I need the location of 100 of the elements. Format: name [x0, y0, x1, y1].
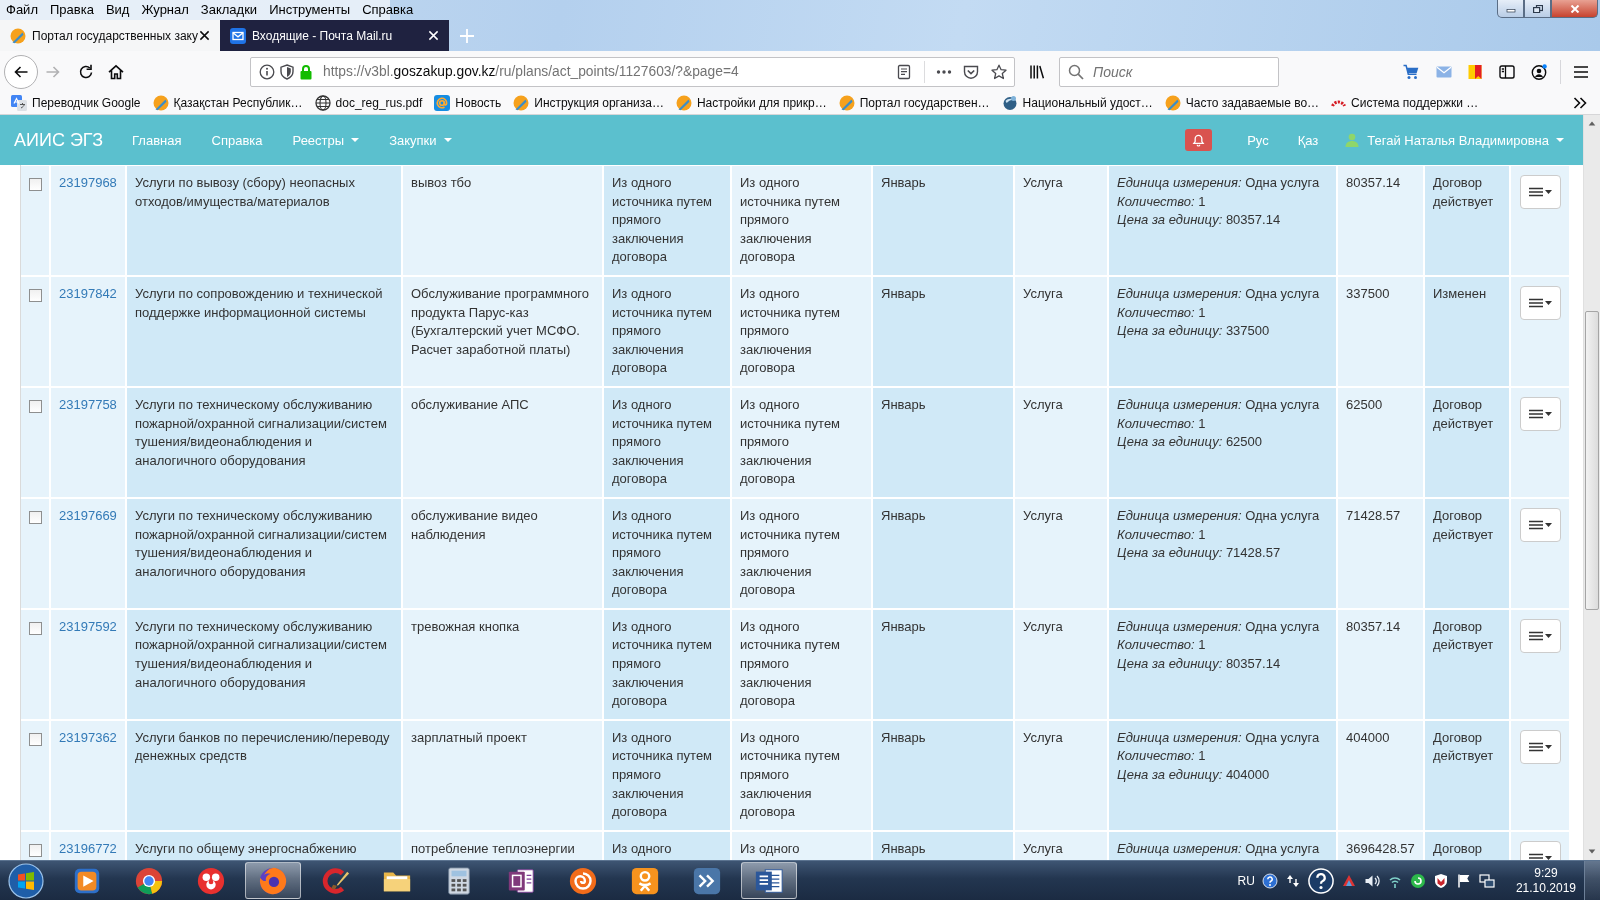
circle-arc-icon[interactable]	[1409, 872, 1426, 889]
url-text[interactable]: https://v3bl.goszakup.gov.kz/ru/plans/act_points/1127603/?&page=4	[323, 64, 739, 79]
checkbox[interactable]	[29, 510, 42, 524]
clock-date[interactable]: 21.10.2019	[1515, 880, 1576, 896]
table-cell: Договор	[1425, 831, 1509, 860]
checkbox[interactable]	[29, 732, 42, 746]
bookmark-item[interactable]: Портал государствен…	[838, 95, 990, 111]
detail-line: Количество: 1	[1117, 303, 1207, 322]
bookmark-item[interactable]: Настройки для прикр…	[675, 95, 827, 111]
close-window-button[interactable]	[1551, 0, 1598, 18]
detail-line: Единица измерения: Одна услуга	[1117, 728, 1321, 747]
back-button[interactable]	[4, 54, 38, 89]
show-desktop-button[interactable]	[1584, 861, 1600, 900]
item-link[interactable]: 23197669	[59, 507, 117, 523]
item-link[interactable]: 23196772	[59, 840, 117, 856]
help-icon[interactable]	[1261, 872, 1278, 889]
start-orb-icon[interactable]	[8, 862, 44, 899]
menu-item[interactable]: Правка	[43, 0, 100, 20]
language-indicator[interactable]: RU	[1237, 873, 1255, 888]
actions-button[interactable]	[1520, 618, 1561, 653]
menu-item[interactable]: Вид	[99, 0, 136, 20]
bookmark-item[interactable]: Часто задаваемые во…	[1164, 95, 1320, 111]
table-cell: тревожная кнопка	[403, 609, 602, 719]
menu-item[interactable]: Инструменты	[263, 0, 357, 20]
browser-tab[interactable]: Входящие - Почта Mail.ru	[220, 20, 449, 51]
table-cell: Услуги по общему энергоснабжению	[127, 831, 401, 860]
menu-icon	[1529, 519, 1543, 530]
scrollbar-thumb[interactable]	[1585, 311, 1599, 610]
caret-icon	[1556, 138, 1564, 142]
close-icon	[1569, 4, 1580, 13]
detail-line: Единица измерения: Одна услуга	[1117, 395, 1321, 414]
taskbar-button[interactable]	[741, 862, 797, 899]
menu-item[interactable]: Закладки	[194, 0, 264, 20]
shield-icon[interactable]	[279, 63, 295, 80]
checkbox[interactable]	[29, 399, 42, 413]
search-field[interactable]: Поиск	[1059, 56, 1279, 87]
library-icon[interactable]	[1029, 63, 1045, 80]
reader-view-icon[interactable]	[896, 63, 912, 80]
checkbox[interactable]	[29, 621, 42, 635]
sidebar-icon[interactable]	[1499, 63, 1515, 80]
home-icon[interactable]	[108, 63, 124, 80]
table-cell: Из одного источника путем прямого заключения договора	[732, 276, 871, 386]
arc-icon	[1331, 98, 1347, 108]
browser-tab[interactable]: Портал государственных заку	[0, 20, 220, 51]
table-cell: зарплатный проект	[403, 720, 602, 830]
checkbox[interactable]	[29, 843, 42, 857]
bookmark-flag-icon[interactable]	[1467, 63, 1483, 80]
table-cell: Из одного источника путем прямого заключения договора	[732, 387, 871, 497]
restore-icon	[1532, 4, 1543, 13]
checkbox[interactable]	[29, 288, 42, 302]
detail-line: Единица измерения: Одна услуга	[1117, 506, 1321, 525]
actions-button[interactable]	[1520, 396, 1561, 431]
detail-line: Цена за единицу: 71428.57	[1117, 544, 1282, 563]
bookmark-item[interactable]: Қазақстан Республик…	[152, 95, 303, 111]
info-icon[interactable]	[259, 63, 275, 80]
checkbox[interactable]	[29, 178, 42, 191]
item-link[interactable]: 23197362	[59, 729, 117, 745]
pocket-icon[interactable]	[963, 63, 979, 80]
item-link[interactable]: 23197842	[59, 285, 117, 301]
detail-line: Цена за единицу: 80357.14	[1117, 655, 1282, 674]
actions-button[interactable]	[1520, 285, 1561, 320]
table-cell: Из одного источника путем прямого заключения договора	[732, 609, 871, 719]
restore-button[interactable]	[1524, 0, 1551, 18]
help-icon[interactable]	[1307, 867, 1334, 894]
menu-item[interactable]: Файл	[0, 0, 44, 20]
detail-line: Количество: 1	[1117, 525, 1207, 544]
bookmark-item[interactable]: Система поддержки …	[1331, 96, 1479, 110]
close-icon[interactable]	[199, 30, 210, 41]
monitor-icon[interactable]	[1478, 872, 1495, 889]
bookmark-item[interactable]: Переводчик Google	[11, 95, 141, 111]
reload-icon[interactable]	[78, 63, 94, 80]
bookmark-item[interactable]: Инструкция организа…	[513, 95, 664, 111]
notifications-button[interactable]	[1185, 129, 1213, 151]
actions-button[interactable]	[1520, 507, 1561, 542]
item-link[interactable]: 23197592	[59, 618, 117, 634]
menu-item[interactable]: Журнал	[135, 0, 195, 20]
table-cell: Из одного источника путем прямого заключения договора	[604, 387, 730, 497]
actions-button[interactable]	[1520, 175, 1561, 209]
table-cell: Услуги по сопровождению и технической поддержке информационной системы	[127, 276, 401, 386]
minimize-button[interactable]	[1497, 0, 1524, 18]
account-icon[interactable]	[1531, 63, 1547, 80]
bookmark-item[interactable]: Новость	[434, 95, 502, 111]
cart-icon[interactable]	[1403, 63, 1419, 80]
bookmark-item[interactable]: doc_reg_rus.pdf	[314, 95, 423, 111]
actions-button[interactable]	[1520, 729, 1561, 764]
sun-logo-icon	[513, 95, 530, 111]
item-link[interactable]: 23197758	[59, 396, 117, 412]
table-cell: 80357.14	[1338, 609, 1423, 719]
shield-icon[interactable]	[1432, 872, 1449, 889]
double-chevron-icon[interactable]	[1572, 95, 1588, 111]
address-bar[interactable]: https://v3bl.goszakup.gov.kz/ru/plans/act_points/1127603/?&page=4	[250, 56, 1015, 87]
menu-item[interactable]: Справка	[356, 0, 420, 20]
flag-icon[interactable]	[1455, 872, 1472, 889]
clock-time[interactable]: 9:29	[1534, 865, 1558, 881]
bookmark-item[interactable]: Национальный удост…	[1001, 95, 1153, 111]
table-cell: Услуга	[1015, 498, 1107, 608]
swirl-icon	[568, 865, 598, 896]
star-icon[interactable]	[991, 63, 1007, 80]
item-link[interactable]: 23197968	[59, 175, 117, 190]
menu-icon[interactable]	[1573, 63, 1589, 80]
